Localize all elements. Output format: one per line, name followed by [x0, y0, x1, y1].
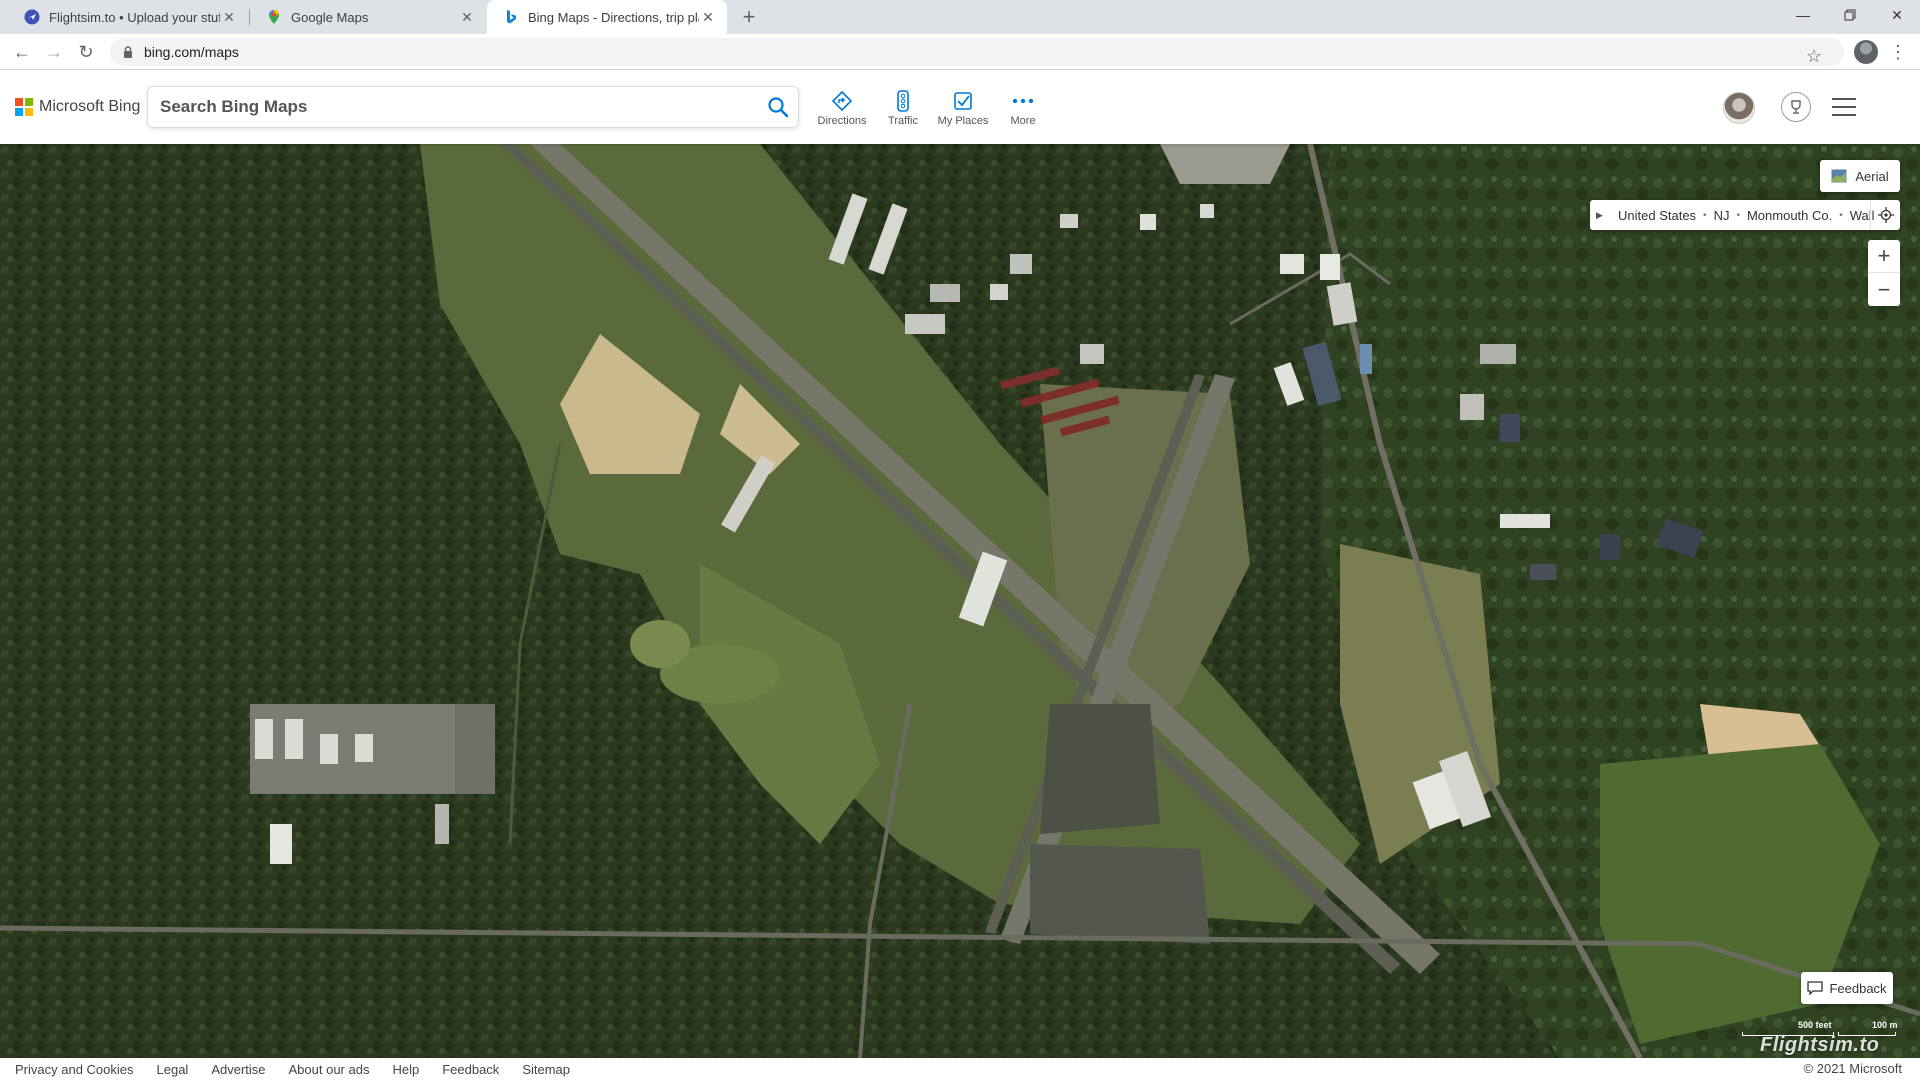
zoom-out-button[interactable]: − [1868, 273, 1900, 306]
browser-profile-avatar[interactable] [1854, 40, 1878, 64]
footer-link-help[interactable]: Help [392, 1062, 419, 1077]
search-icon[interactable] [758, 87, 798, 127]
search-input[interactable] [160, 97, 758, 117]
scale-meters-label: 100 m [1872, 1020, 1898, 1030]
restore-icon[interactable] [1827, 0, 1873, 30]
footer-link-feedback[interactable]: Feedback [442, 1062, 499, 1077]
bing-footer: Privacy and Cookies Legal Advertise Abou… [0, 1058, 1920, 1080]
breadcrumb-separator: • [1703, 209, 1707, 221]
flightsim-favicon [24, 9, 40, 25]
plus-icon[interactable]: + [737, 4, 761, 29]
directions-button[interactable]: Directions [812, 90, 872, 127]
breadcrumb-separator: • [1736, 209, 1740, 221]
footer-link-about-ads[interactable]: About our ads [289, 1062, 370, 1077]
directions-label: Directions [817, 115, 867, 127]
close-tab-icon[interactable]: ✕ [458, 8, 476, 26]
feedback-button[interactable]: Feedback [1801, 972, 1893, 1004]
more-label: More [1010, 115, 1036, 127]
footer-link-legal[interactable]: Legal [157, 1062, 189, 1077]
traffic-button[interactable]: Traffic [873, 90, 933, 127]
footer-link-privacy[interactable]: Privacy and Cookies [15, 1062, 134, 1077]
breadcrumb-separator: • [1839, 209, 1843, 221]
browser-menu-icon[interactable]: ⋮ [1884, 38, 1912, 66]
back-icon[interactable]: ← [8, 38, 36, 66]
search-box [147, 86, 799, 128]
browser-toolbar: ← → ↻ bing.com/maps ☆ ⋮ [0, 34, 1920, 70]
google-maps-favicon [266, 9, 282, 25]
breadcrumb-state[interactable]: NJ [1714, 208, 1730, 223]
copyright-text: © 2021 Microsoft [1803, 1061, 1902, 1076]
lock-icon [124, 46, 132, 58]
my-places-icon [952, 90, 974, 112]
browser-tab-strip: Flightsim.to • Upload your stuff ✕ Googl… [0, 0, 1920, 34]
minimize-icon[interactable]: — [1780, 0, 1826, 30]
reload-icon[interactable]: ↻ [72, 38, 100, 66]
more-icon [1012, 90, 1034, 112]
zoom-control: + − [1868, 240, 1900, 306]
url-text: bing.com/maps [144, 44, 239, 60]
forward-icon[interactable]: → [40, 38, 68, 66]
close-icon[interactable]: ✕ [1874, 0, 1920, 30]
address-bar[interactable]: bing.com/maps ☆ [110, 38, 1844, 66]
flightsim-watermark: Flightsim.to [1760, 1034, 1880, 1056]
tab-flightsim[interactable]: Flightsim.to • Upload your stuff ✕ [8, 0, 248, 34]
tab-bing-maps[interactable]: Bing Maps - Directions, trip plann ✕ [487, 0, 727, 34]
bookmark-star-icon[interactable]: ☆ [1800, 42, 1828, 70]
microsoft-bing-logo[interactable]: Microsoft Bing [15, 98, 140, 116]
map-style-button[interactable]: Aerial [1820, 160, 1900, 192]
bing-header: Microsoft Bing Directions Traffic My Pla… [0, 70, 1920, 144]
tab-title: Bing Maps - Directions, trip plann [528, 9, 699, 25]
traffic-label: Traffic [888, 115, 918, 127]
user-avatar[interactable] [1723, 92, 1755, 124]
footer-link-advertise[interactable]: Advertise [211, 1062, 265, 1077]
my-places-label: My Places [937, 115, 989, 127]
tab-google-maps[interactable]: Google Maps ✕ [250, 0, 486, 34]
feedback-label: Feedback [1829, 980, 1887, 996]
chat-bubble-icon [1807, 981, 1824, 995]
aerial-imagery [0, 144, 1920, 1058]
map-layers-icon [1831, 169, 1847, 183]
locate-me-icon[interactable] [1870, 200, 1900, 230]
footer-link-sitemap[interactable]: Sitemap [522, 1062, 570, 1077]
map-canvas[interactable]: Aerial ▶ United States • NJ • Monmouth C… [0, 144, 1920, 1058]
bing-favicon [503, 9, 519, 25]
expand-caret-icon[interactable]: ▶ [1596, 210, 1608, 221]
close-tab-icon[interactable]: ✕ [220, 8, 238, 26]
scale-feet-label: 500 feet [1798, 1020, 1832, 1030]
traffic-icon [892, 90, 914, 112]
brand-name: Microsoft Bing [39, 98, 141, 115]
breadcrumb-county[interactable]: Monmouth Co. [1747, 208, 1832, 223]
close-tab-icon[interactable]: ✕ [699, 8, 717, 26]
rewards-trophy-icon[interactable] [1781, 92, 1811, 122]
location-breadcrumb: ▶ United States • NJ • Monmouth Co. • Wa… [1590, 200, 1900, 230]
directions-icon [831, 90, 853, 112]
breadcrumb-country[interactable]: United States [1618, 208, 1696, 223]
hamburger-menu-icon[interactable] [1832, 98, 1856, 116]
my-places-button[interactable]: My Places [933, 90, 993, 127]
tab-title: Flightsim.to • Upload your stuff [49, 9, 220, 25]
map-style-label: Aerial [1855, 168, 1889, 184]
more-button[interactable]: More [993, 90, 1053, 127]
zoom-in-button[interactable]: + [1868, 240, 1900, 273]
microsoft-logo-icon [15, 98, 33, 116]
tab-title: Google Maps [291, 9, 369, 25]
